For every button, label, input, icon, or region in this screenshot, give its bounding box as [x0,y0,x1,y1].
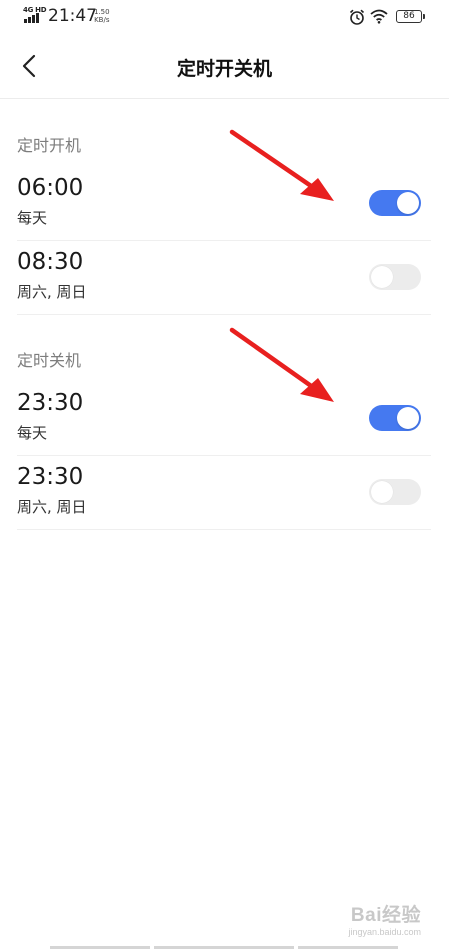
title-bar: 定时开关机 [0,34,449,99]
watermark: Bai经验 jingyan.baidu.com [348,900,421,937]
toggle-on[interactable] [369,405,421,431]
schedule-days: 周六, 周日 [17,283,87,301]
network-speed-unit: KB/s [94,16,110,24]
section-header-power-on: 定时开机 [17,136,82,155]
network-speed: 1.50 KB/s [94,8,110,24]
schedule-time: 06:00 [17,175,84,201]
schedule-time: 23:30 [17,464,84,490]
page-title: 定时开关机 [176,58,272,80]
schedule-time: 23:30 [17,390,84,416]
network-speed-value: 1.50 [94,8,110,16]
schedule-days: 周六, 周日 [17,498,87,516]
battery-level: 86 [403,11,415,21]
alarm-icon [349,9,365,25]
toggle-knob [397,407,419,429]
schedule-row-power-on-2[interactable]: 08:30 周六, 周日 [0,241,449,315]
schedule-row-power-on-1[interactable]: 06:00 每天 [0,167,449,241]
toggle-knob [371,266,393,288]
divider [17,529,431,530]
toggle-on[interactable] [369,190,421,216]
watermark-brand: Bai经验 [350,905,421,926]
toggle-off[interactable] [369,264,421,290]
toggle-off[interactable] [369,479,421,505]
status-bar: 4G HD 21:47 1.50 KB/s 86 [0,0,449,34]
battery-icon: 86 [396,10,425,23]
section-header-power-off: 定时关机 [17,351,82,370]
divider [17,314,431,315]
signal-icon [24,13,42,23]
schedule-row-power-off-1[interactable]: 23:30 每天 [0,382,449,456]
toggle-knob [397,192,419,214]
schedule-days: 每天 [17,209,48,227]
schedule-row-power-off-2[interactable]: 23:30 周六, 周日 [0,456,449,530]
status-time: 21:47 [48,6,97,26]
watermark-url: jingyan.baidu.com [348,927,421,937]
schedule-time: 08:30 [17,249,84,275]
toggle-knob [371,481,393,503]
schedule-days: 每天 [17,424,48,442]
navigation-bar [0,945,449,949]
wifi-icon [370,9,388,24]
